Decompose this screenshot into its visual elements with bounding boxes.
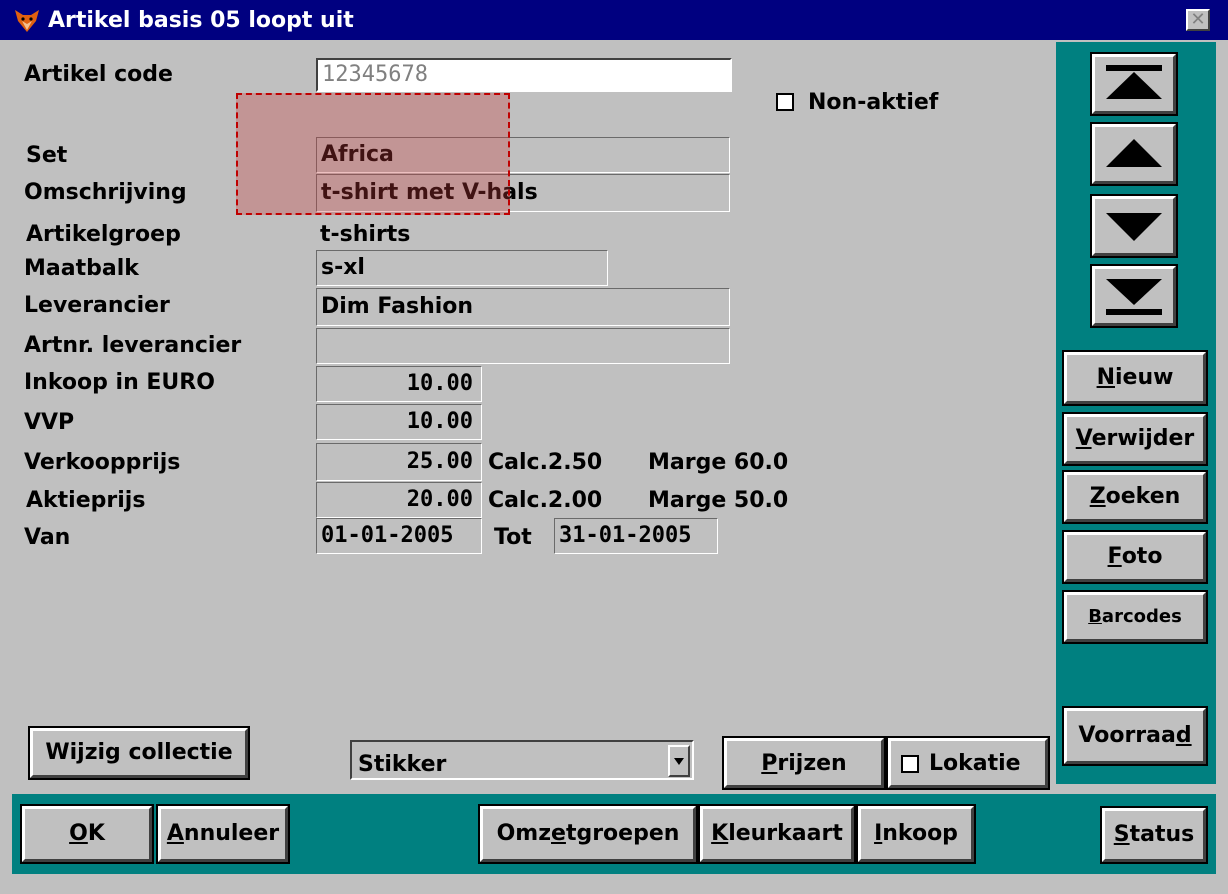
non-aktief-checkbox[interactable] [776, 93, 794, 111]
vvp-label: VVP [24, 410, 75, 435]
lokatie-button[interactable]: Lokatie [886, 736, 1050, 790]
barcodes-button[interactable]: Barcodes [1062, 590, 1208, 644]
vvp-field[interactable]: 10.00 [316, 404, 482, 440]
maatbalk-field[interactable]: s-xl [316, 250, 608, 286]
nieuw-button[interactable]: Nieuw [1062, 350, 1208, 406]
leverancier-field[interactable]: Dim Fashion [316, 288, 730, 326]
lokatie-checkbox[interactable] [901, 755, 919, 773]
window-title: Artikel basis 05 loopt uit [48, 8, 354, 33]
inkoop-field[interactable]: 10.00 [316, 366, 482, 402]
close-icon: ✕ [1190, 9, 1206, 29]
non-aktief-label: Non-aktief [808, 90, 939, 115]
tot-date-field[interactable]: 31-01-2005 [554, 518, 718, 554]
verkoopprijs-field[interactable]: 25.00 [316, 443, 482, 481]
maatbalk-label: Maatbalk [24, 256, 139, 281]
lokatie-label: Lokatie [929, 751, 1021, 776]
chevron-down-icon[interactable] [668, 745, 690, 777]
artikelgroep-value: t-shirts [320, 222, 411, 247]
ok-button[interactable]: OK [20, 804, 154, 864]
inkoop-label: Inkoop in EURO [24, 370, 215, 395]
verkoop-marge: Marge 60.0 [648, 450, 789, 475]
aktieprijs-field[interactable]: 20.00 [316, 482, 482, 518]
verwijder-button[interactable]: Verwijder [1062, 412, 1208, 466]
artnr-leverancier-field[interactable] [316, 328, 730, 364]
kleurkaart-button[interactable]: Kleurkaart [698, 804, 856, 864]
omschrijving-label: Omschrijving [24, 180, 187, 205]
first-record-icon [1106, 65, 1162, 99]
aktie-calc: Calc.2.00 [488, 488, 603, 513]
voorraad-button[interactable]: Voorraad [1062, 706, 1208, 766]
last-record-button[interactable] [1090, 264, 1178, 328]
selection-rectangle [236, 93, 510, 215]
verkoop-calc: Calc.2.50 [488, 450, 603, 475]
van-date-field[interactable]: 01-01-2005 [316, 518, 482, 554]
fox-icon [15, 10, 39, 32]
inkoop-button[interactable]: Inkoop [856, 804, 976, 864]
stikker-value: Stikker [358, 752, 447, 777]
artnr-leverancier-label: Artnr. leverancier [24, 333, 242, 358]
first-record-button[interactable] [1090, 52, 1178, 116]
set-label: Set [26, 143, 68, 168]
leverancier-label: Leverancier [24, 293, 170, 318]
previous-record-button[interactable] [1090, 122, 1178, 186]
omzetgroepen-button[interactable]: Omzetgroepen [478, 804, 698, 864]
annuleer-button[interactable]: Annuleer [156, 804, 290, 864]
wijzig-collectie-button[interactable]: Wijzig collectie [28, 726, 250, 780]
tot-label: Tot [494, 525, 532, 550]
zoeken-button[interactable]: Zoeken [1062, 470, 1208, 524]
verkoopprijs-label: Verkoopprijs [24, 450, 181, 475]
next-record-icon [1106, 213, 1162, 241]
status-button[interactable]: Status [1100, 806, 1208, 864]
title-bar: Artikel basis 05 loopt uit ✕ [0, 0, 1228, 40]
stikker-dropdown[interactable]: Stikker [350, 740, 694, 780]
artikel-code-label: Artikel code [24, 62, 173, 87]
close-button[interactable]: ✕ [1186, 9, 1210, 31]
previous-record-icon [1106, 139, 1162, 167]
next-record-button[interactable] [1090, 194, 1178, 258]
artikel-code-input[interactable]: 12345678 [316, 58, 732, 92]
artikelgroep-label: Artikelgroep [26, 222, 181, 247]
aktieprijs-label: Aktieprijs [26, 488, 146, 513]
van-label: Van [24, 525, 71, 550]
last-record-icon [1106, 279, 1162, 315]
aktie-marge: Marge 50.0 [648, 488, 789, 513]
prijzen-button[interactable]: Prijzen [722, 736, 886, 790]
foto-button[interactable]: Foto [1062, 530, 1208, 584]
